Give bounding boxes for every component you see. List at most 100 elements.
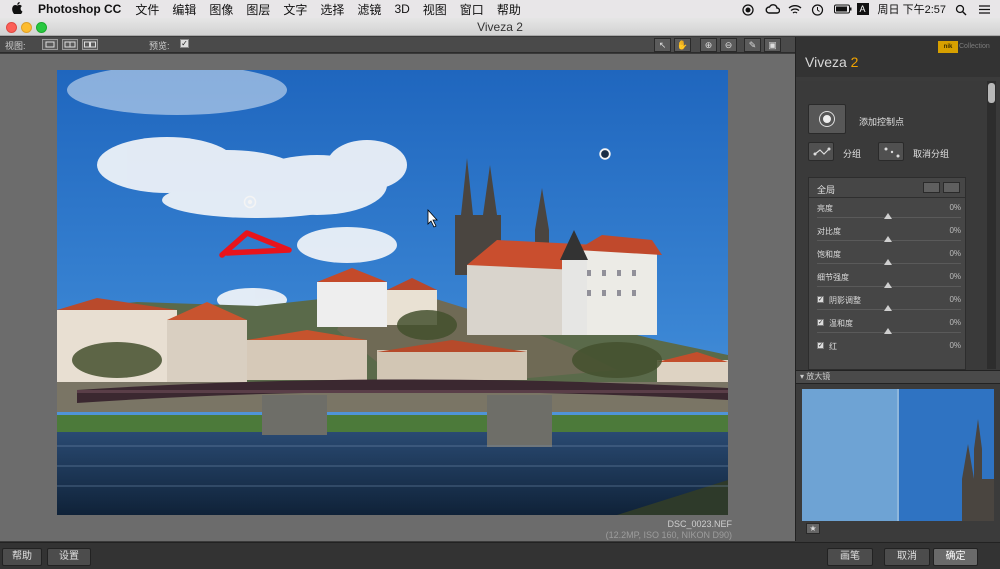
minimize-window-button[interactable] xyxy=(21,22,32,33)
search-icon[interactable] xyxy=(955,4,969,15)
menu-3d[interactable]: 3D xyxy=(394,2,409,16)
slider-value: 0% xyxy=(949,295,961,304)
preview-checkbox[interactable]: ✓ xyxy=(180,39,189,48)
mac-menu-bar: Photoshop CC 文件 编辑 图像 图层 文字 选择 滤镜 3D 视图 … xyxy=(0,0,1000,18)
single-view-button[interactable] xyxy=(42,39,58,50)
reset-sliders-icon[interactable] xyxy=(943,182,960,193)
viveza-panel: nik Collection Viveza 2 添加控制点 分组 取消分组 全局… xyxy=(795,37,1000,541)
slider-label: 阴影调整 xyxy=(829,296,861,305)
panel-title: Viveza 2 xyxy=(805,54,858,70)
control-area: 添加控制点 分组 取消分组 全局 亮度 0% 对比度 0% 饱和度 0% 细节强… xyxy=(796,81,1000,374)
slider-value: 0% xyxy=(949,318,961,327)
zoom-out-icon[interactable]: ⊖ xyxy=(720,38,737,52)
menu-file[interactable]: 文件 xyxy=(135,1,159,18)
menu-image[interactable]: 图像 xyxy=(209,1,233,18)
slider-thumb[interactable] xyxy=(884,305,892,311)
record-icon[interactable] xyxy=(741,3,756,16)
slider-value: 0% xyxy=(949,341,961,350)
scrollbar-thumb[interactable] xyxy=(988,83,995,103)
slider-thumb[interactable] xyxy=(884,282,892,288)
slider-value: 0% xyxy=(949,203,961,212)
menu-view[interactable]: 视图 xyxy=(423,1,447,18)
file-meta: (12.2MP, ISO 160, NIKON D90) xyxy=(605,530,732,540)
loupe-footer: ★ xyxy=(800,522,997,536)
app-menu[interactable]: Photoshop CC xyxy=(38,2,121,16)
slider-label: 饱和度 xyxy=(817,250,841,259)
settings-button[interactable]: 设置 xyxy=(47,548,91,566)
slider-red[interactable]: ✓ 红 0% xyxy=(809,339,967,362)
pin-loupe-icon[interactable]: ★ xyxy=(806,523,820,534)
view-label: 视图: xyxy=(5,41,26,51)
slider-checkbox[interactable]: ✓ xyxy=(817,319,824,326)
slider-saturation[interactable]: 饱和度 0% xyxy=(809,247,967,270)
global-header: 全局 xyxy=(809,178,965,198)
creative-cloud-icon[interactable] xyxy=(765,3,780,15)
pointer-tool-icon[interactable]: ↖ xyxy=(654,38,671,52)
photo-preview[interactable] xyxy=(57,70,728,515)
timemachine-icon[interactable] xyxy=(811,3,825,16)
slider-contrast[interactable]: 对比度 0% xyxy=(809,224,967,247)
slider-checkbox[interactable]: ✓ xyxy=(817,296,824,303)
battery-icon[interactable] xyxy=(833,4,852,15)
slider-label: 温和度 xyxy=(829,319,853,328)
help-button[interactable]: 帮助 xyxy=(2,548,42,566)
brush-button[interactable]: 画笔 xyxy=(827,548,873,566)
input-method-icon[interactable]: A xyxy=(856,3,869,15)
slider-structure[interactable]: 细节强度 0% xyxy=(809,270,967,293)
menu-type[interactable]: 文字 xyxy=(283,1,307,18)
menu-select[interactable]: 选择 xyxy=(320,1,344,18)
slider-thumb[interactable] xyxy=(884,259,892,265)
slider-checkbox[interactable]: ✓ xyxy=(817,342,824,349)
bottom-bar: 帮助 设置 画笔 取消 确定 xyxy=(0,542,1000,569)
wifi-icon[interactable] xyxy=(788,4,802,15)
clock[interactable]: 周日 下午2:57 xyxy=(878,1,946,17)
cancel-button[interactable]: 取消 xyxy=(884,548,930,566)
background-color-icon[interactable]: ▣ xyxy=(764,38,781,52)
menu-edit[interactable]: 编辑 xyxy=(172,1,196,18)
slider-value: 0% xyxy=(949,249,961,258)
menu-help[interactable]: 帮助 xyxy=(497,1,521,18)
loupe-header[interactable]: ▾ 放大镜 xyxy=(796,370,1000,384)
control-point-icon xyxy=(820,112,834,126)
menu-layer[interactable]: 图层 xyxy=(246,1,270,18)
add-control-point-button[interactable] xyxy=(808,104,846,134)
close-window-button[interactable] xyxy=(6,22,17,33)
slider-label: 红 xyxy=(829,342,837,351)
apple-menu-icon[interactable] xyxy=(12,1,26,17)
slider-thumb[interactable] xyxy=(884,236,892,242)
preview-label: 预览: xyxy=(149,41,170,51)
slider-thumb[interactable] xyxy=(884,328,892,334)
group-button[interactable] xyxy=(808,142,834,161)
zoom-in-icon[interactable]: ⊕ xyxy=(700,38,717,52)
ungroup-button[interactable] xyxy=(878,142,904,161)
split-view-button[interactable] xyxy=(62,39,78,50)
menu-window[interactable]: 窗口 xyxy=(460,1,484,18)
viewer-toolbar: 视图: 预览: ✓ ↖ ✋ ⊕ ⊖ ✎ ▣ xyxy=(0,37,795,53)
status-area: A 周日 下午2:57 xyxy=(741,0,992,18)
slider-brightness[interactable]: 亮度 0% xyxy=(809,201,967,224)
notification-center-icon[interactable] xyxy=(978,4,992,15)
slider-thumb[interactable] xyxy=(884,213,892,219)
slider-value: 0% xyxy=(949,272,961,281)
hand-tool-icon[interactable]: ✋ xyxy=(674,38,691,52)
zoom-window-button[interactable] xyxy=(36,22,47,33)
side-by-side-view-button[interactable] xyxy=(82,39,98,50)
panel-scrollbar[interactable] xyxy=(987,81,996,369)
group-label[interactable]: 分组 xyxy=(843,147,861,160)
color-picker-icon[interactable]: ✎ xyxy=(744,38,761,52)
panel-title-version: 2 xyxy=(850,54,859,70)
nik-collection-label: Collection xyxy=(959,43,990,50)
slider-shadow-adjustment[interactable]: ✓ 阴影调整 0% xyxy=(809,293,967,316)
ok-button[interactable]: 确定 xyxy=(933,548,978,566)
expand-sliders-icon[interactable] xyxy=(923,182,940,193)
menu-filter[interactable]: 滤镜 xyxy=(357,1,381,18)
slider-label: 亮度 xyxy=(817,204,833,213)
nik-logo: nik xyxy=(938,41,958,53)
collapse-triangle-icon[interactable]: ▾ xyxy=(800,372,804,381)
ungroup-label[interactable]: 取消分组 xyxy=(913,147,949,160)
file-info: DSC_0023.NEF (12.2MP, ISO 160, NIKON D90… xyxy=(606,519,732,541)
window-titlebar: Viveza 2 xyxy=(0,18,1000,36)
slider-warmth[interactable]: ✓ 温和度 0% xyxy=(809,316,967,339)
add-control-point-label[interactable]: 添加控制点 xyxy=(859,115,904,128)
global-adjustments: 全局 亮度 0% 对比度 0% 饱和度 0% 细节强度 0% ✓ 阴影调整 0%… xyxy=(808,177,966,370)
